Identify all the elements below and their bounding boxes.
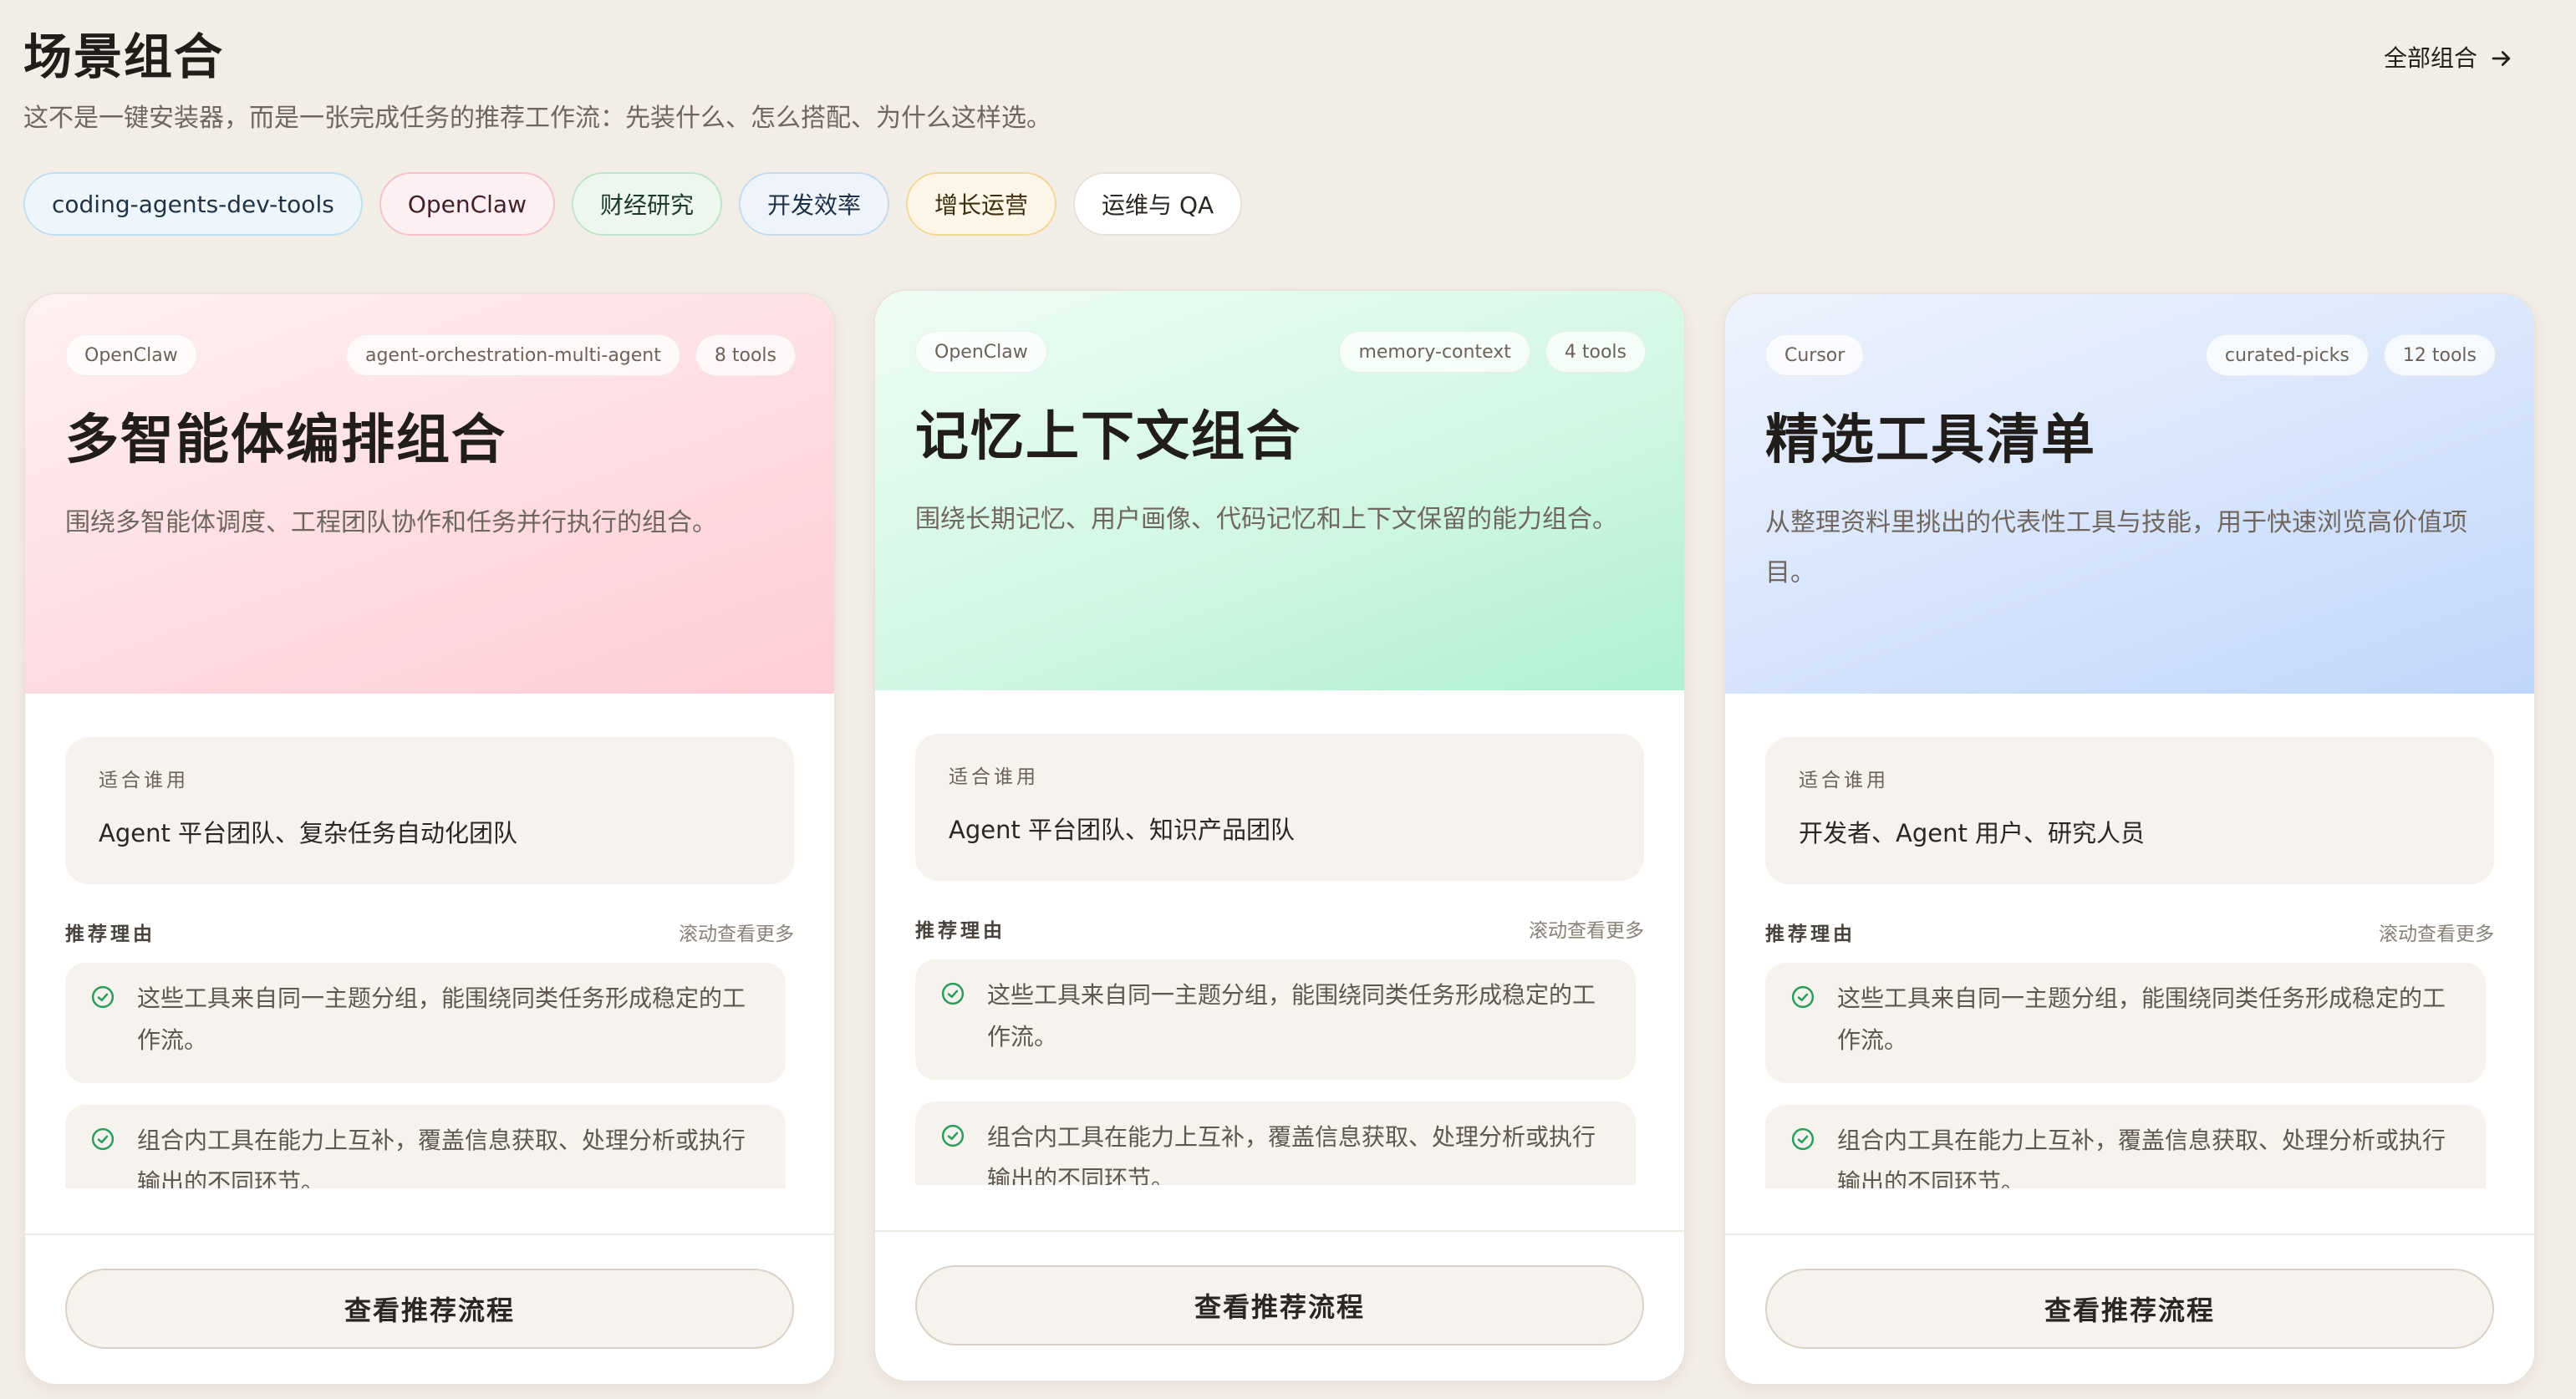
tag-badge: agent-orchestration-multi-agent [345, 334, 680, 376]
tools-count-badge: 8 tools [695, 334, 796, 376]
divider [25, 1234, 834, 1235]
chip-ops-qa[interactable]: 运维与 QA [1073, 172, 1243, 236]
view-workflow-button[interactable]: 查看推荐流程 [915, 1265, 1644, 1346]
combo-card-multi-agent: OpenClaw agent-orchestration-multi-agent… [23, 293, 836, 1386]
platform-badge: Cursor [1765, 334, 1865, 376]
audience-box: 适合谁用 Agent 平台团队、复杂任务自动化团队 [65, 737, 794, 884]
reason-text: 这些工具来自同一主题分组，能围绕同类任务形成稳定的工作流。 [987, 981, 1596, 1051]
reason-text: 组合内工具在能力上互补，覆盖信息获取、处理分析或执行输出的不同环节。 [987, 1123, 1596, 1185]
reason-item: 组合内工具在能力上互补，覆盖信息获取、处理分析或执行输出的不同环节。 [1765, 1105, 2486, 1188]
category-chips: coding-agents-dev-tools OpenClaw 财经研究 开发… [23, 172, 1243, 236]
view-workflow-button[interactable]: 查看推荐流程 [65, 1269, 794, 1349]
reason-text: 组合内工具在能力上互补，覆盖信息获取、处理分析或执行输出的不同环节。 [137, 1127, 746, 1188]
card-description: 围绕多智能体调度、工程团队协作和任务并行执行的组合。 [65, 508, 717, 537]
audience-box: 适合谁用 开发者、Agent 用户、研究人员 [1765, 737, 2494, 884]
card-header: OpenClaw agent-orchestration-multi-agent… [25, 294, 834, 694]
audience-value: Agent 平台团队、复杂任务自动化团队 [99, 819, 518, 847]
scroll-hint: 滚动查看更多 [1529, 920, 1644, 942]
check-circle-icon [1791, 985, 1815, 1009]
check-circle-icon [91, 985, 115, 1009]
tools-count-badge: 12 tools [2383, 334, 2496, 376]
scroll-hint: 滚动查看更多 [679, 923, 794, 945]
chip-openclaw[interactable]: OpenClaw [379, 172, 555, 236]
reason-item: 这些工具来自同一主题分组，能围绕同类任务形成稳定的工作流。 [1765, 963, 2486, 1083]
reason-text: 这些工具来自同一主题分组，能围绕同类任务形成稳定的工作流。 [1837, 984, 2446, 1054]
scroll-hint: 滚动查看更多 [2379, 923, 2494, 945]
tag-badge: memory-context [1339, 331, 1530, 373]
chip-finance-research[interactable]: 财经研究 [572, 172, 723, 236]
reason-item: 组合内工具在能力上互补，覆盖信息获取、处理分析或执行输出的不同环节。 [65, 1105, 786, 1188]
all-combos-label: 全部组合 [2383, 44, 2477, 72]
audience-box: 适合谁用 Agent 平台团队、知识产品团队 [915, 734, 1644, 881]
reasons-label: 推荐理由 [1765, 923, 1856, 945]
reasons-header: 推荐理由 滚动查看更多 [1765, 918, 2494, 946]
chip-dev-efficiency[interactable]: 开发效率 [739, 172, 890, 236]
page-subtitle: 这不是一键安装器，而是一张完成任务的推荐工作流：先装什么、怎么搭配、为什么这样选… [23, 104, 1051, 133]
audience-value: Agent 平台团队、知识产品团队 [949, 816, 1296, 844]
arrow-right-icon [2492, 51, 2511, 66]
reasons-label: 推荐理由 [915, 920, 1005, 942]
page-title: 场景组合 [23, 28, 225, 85]
reasons-label: 推荐理由 [65, 923, 155, 945]
reasons-list[interactable]: 这些工具来自同一主题分组，能围绕同类任务形成稳定的工作流。 组合内工具在能力上互… [1765, 963, 2486, 1188]
card-title: 记忆上下文组合 [915, 406, 1301, 468]
audience-label: 适合谁用 [99, 770, 189, 791]
card-title: 精选工具清单 [1765, 410, 2096, 471]
view-workflow-button[interactable]: 查看推荐流程 [1765, 1269, 2494, 1349]
reasons-header: 推荐理由 滚动查看更多 [65, 918, 794, 946]
card-description: 围绕长期记忆、用户画像、代码记忆和上下文保留的能力组合。 [915, 505, 1617, 534]
check-circle-icon [1791, 1127, 1815, 1151]
platform-badge: OpenClaw [65, 334, 197, 376]
tag-badge: curated-picks [2205, 334, 2369, 376]
combo-card-curated-picks: Cursor curated-picks 12 tools 精选工具清单 从整理… [1723, 293, 2536, 1386]
reason-item: 这些工具来自同一主题分组，能围绕同类任务形成稳定的工作流。 [65, 963, 786, 1083]
reasons-list[interactable]: 这些工具来自同一主题分组，能围绕同类任务形成稳定的工作流。 组合内工具在能力上互… [915, 959, 1636, 1185]
reason-text: 这些工具来自同一主题分组，能围绕同类任务形成稳定的工作流。 [137, 984, 746, 1054]
divider [1725, 1234, 2534, 1235]
reason-text: 组合内工具在能力上互补，覆盖信息获取、处理分析或执行输出的不同环节。 [1837, 1127, 2446, 1188]
reason-item: 组合内工具在能力上互补，覆盖信息获取、处理分析或执行输出的不同环节。 [915, 1101, 1636, 1185]
combo-card-memory-context: OpenClaw memory-context 4 tools 记忆上下文组合 … [873, 289, 1686, 1382]
card-header: OpenClaw memory-context 4 tools 记忆上下文组合 … [875, 291, 1684, 690]
check-circle-icon [941, 1124, 965, 1147]
chip-growth-ops[interactable]: 增长运营 [906, 172, 1057, 236]
audience-label: 适合谁用 [949, 766, 1039, 788]
check-circle-icon [91, 1127, 115, 1151]
reason-item: 这些工具来自同一主题分组，能围绕同类任务形成稳定的工作流。 [915, 959, 1636, 1080]
card-header: Cursor curated-picks 12 tools 精选工具清单 从整理… [1725, 294, 2534, 694]
all-combos-link[interactable]: 全部组合 [2384, 38, 2514, 79]
check-circle-icon [941, 982, 965, 1005]
chip-coding-agents[interactable]: coding-agents-dev-tools [23, 172, 363, 236]
reasons-list[interactable]: 这些工具来自同一主题分组，能围绕同类任务形成稳定的工作流。 组合内工具在能力上互… [65, 963, 786, 1188]
card-description: 从整理资料里挑出的代表性工具与技能，用于快速浏览高价值项目。 [1765, 508, 2467, 588]
page: 场景组合 这不是一键安装器，而是一张完成任务的推荐工作流：先装什么、怎么搭配、为… [0, 0, 2576, 1399]
reasons-header: 推荐理由 滚动查看更多 [915, 914, 1644, 943]
card-title: 多智能体编排组合 [65, 410, 507, 471]
audience-value: 开发者、Agent 用户、研究人员 [1799, 819, 2146, 847]
tools-count-badge: 4 tools [1545, 331, 1646, 373]
audience-label: 适合谁用 [1799, 770, 1889, 791]
divider [875, 1230, 1684, 1232]
platform-badge: OpenClaw [915, 331, 1047, 373]
